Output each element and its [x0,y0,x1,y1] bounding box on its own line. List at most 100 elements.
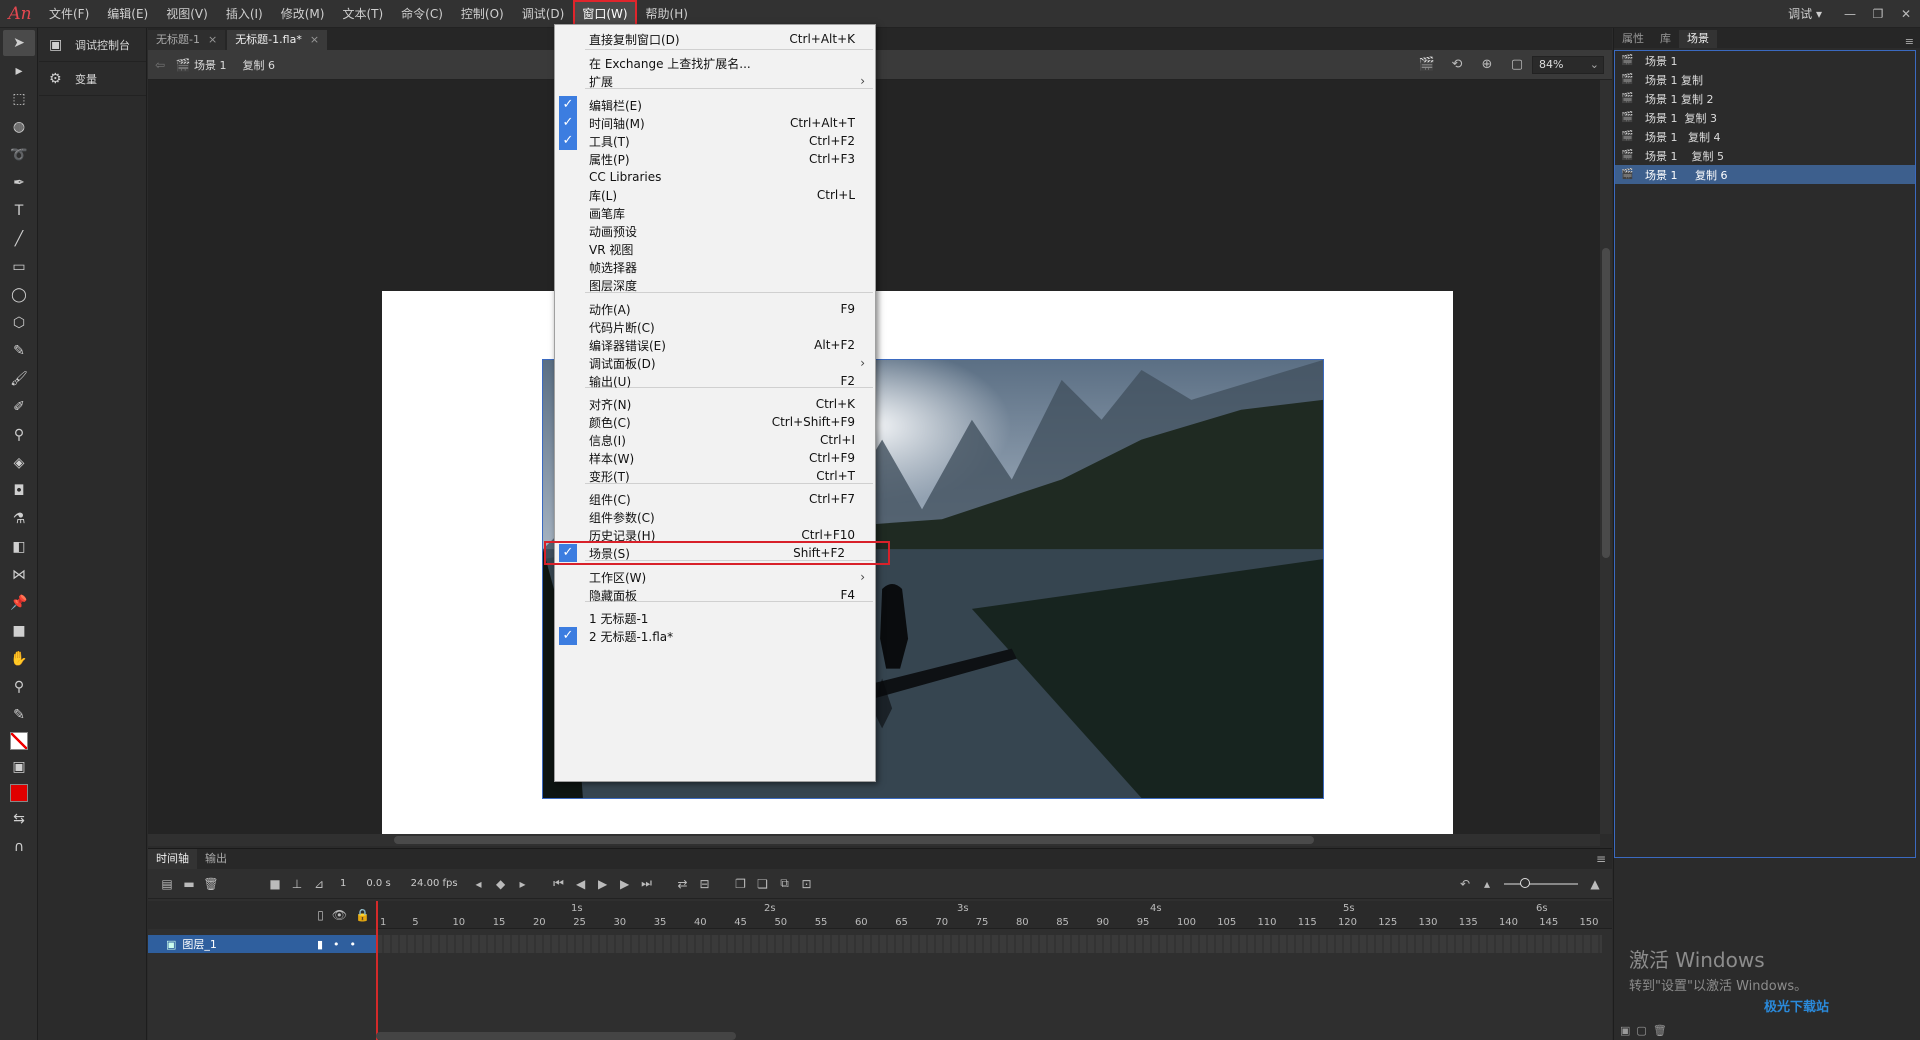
vertical-scrollbar[interactable] [1600,80,1612,834]
pen-tool-icon[interactable]: ✒ [3,170,35,196]
scene-row[interactable]: 🎬 场景 1 复制 4 [1615,127,1915,146]
layer-name[interactable]: 图层_1 [182,936,217,952]
step-back-icon[interactable]: ◀ [570,877,592,891]
restore-icon[interactable]: ❐ [1864,0,1892,28]
duplicate-scene-icon[interactable]: ▣ [1620,1024,1630,1037]
undo-icon[interactable]: ↶ [1454,877,1476,891]
lock-icon[interactable]: 🔒 [355,908,370,922]
delete-scene-icon[interactable]: 🗑 [1653,1024,1667,1037]
frame-ruler[interactable]: 1s 2s 3s 4s 5s 6s 1 5 10 15 20 25 30 35 40 45 50 55 60 65 70… [376,901,1612,929]
width-tool-icon[interactable]: ⋈ [3,562,35,588]
onion-skin-icon[interactable]: ❐ [730,877,752,891]
menu-modify[interactable]: 修改(M) [272,0,334,28]
paint-bucket-tool-icon[interactable]: ◈ [3,450,35,476]
brush-tool-icon[interactable]: ✐ [3,394,35,420]
fill-color-swatch[interactable] [10,784,28,802]
scene-row[interactable]: 🎬 场景 1 复制 5 [1615,146,1915,165]
menu-item-2[interactable]: 扩展 › [555,70,875,92]
oval-tool-icon[interactable]: ◯ [3,282,35,308]
previous-keyframe-icon[interactable]: ◂ [468,877,490,891]
zoom-select[interactable]: 84% ⌄ [1532,55,1604,74]
menu-item-31[interactable]: ✓ 2 无标题-1.fla* [555,625,875,647]
camera-icon[interactable]: ■ [264,877,286,891]
back-arrow-icon[interactable]: ⇦ [148,58,172,72]
edit-multiple-frames-icon[interactable]: ⧉ [774,876,796,891]
timeline-zoom-slider[interactable] [1504,877,1578,888]
center-frame-icon[interactable]: ⊟ [694,877,716,891]
timeline-scrollbar[interactable] [376,1032,736,1040]
scrollbar-thumb[interactable] [1602,248,1610,558]
frame-rate[interactable]: 24.00 fps [411,878,458,889]
paint-brush-tool-icon[interactable]: 🖌 [3,366,35,392]
ink-bottle-tool-icon[interactable]: ◘ [3,478,35,504]
add-keyframe-icon[interactable]: ◆ [490,877,512,891]
text-tool-icon[interactable]: T [3,198,35,224]
play-icon[interactable]: ▶ [592,877,614,891]
modify-markers-icon[interactable]: ⊡ [796,877,818,891]
horizontal-scrollbar[interactable] [148,834,1600,846]
panel-menu-icon[interactable]: ≡ [1905,35,1920,48]
layer-parenting-icon[interactable]: ⊥ [286,877,308,891]
swap-colors-icon[interactable]: ⇆ [3,806,35,832]
free-transform-tool-icon[interactable]: ⬚ [3,86,35,112]
center-stage-icon[interactable]: ⊕ [1472,57,1502,72]
eraser-tool-icon[interactable]: ◧ [3,534,35,560]
layer-row[interactable]: ▣ 图层_1 ▮•• [148,935,376,953]
new-layer-icon[interactable]: ▤ [156,877,178,891]
current-frame[interactable]: 1 [340,878,346,889]
tab-properties[interactable]: 属性 [1614,30,1652,48]
current-time[interactable]: 0.0 s [366,878,390,889]
doc-tab-2[interactable]: 无标题-1.fla* × [227,30,328,50]
close-icon[interactable]: × [310,33,319,46]
zoom-tool-icon[interactable]: ⚲ [3,674,35,700]
menu-item-23[interactable]: 变形(T) Ctrl+T [555,465,875,487]
layer-frames[interactable] [376,935,1602,953]
close-icon[interactable]: × [208,33,217,46]
close-icon[interactable]: ✕ [1892,0,1920,28]
scene-row[interactable]: 🎬 场景 1 复制 [1615,70,1915,89]
eye-icon[interactable]: 👁 [332,908,347,922]
hand-tool-icon[interactable]: ✋ [3,646,35,672]
subselection-tool-icon[interactable]: ▸ [3,58,35,84]
eyedropper-tool-icon[interactable]: ⚗ [3,506,35,532]
add-scene-icon[interactable]: ▢ [1636,1024,1646,1037]
line-tool-icon[interactable]: ╱ [3,226,35,252]
doc-tab-1[interactable]: 无标题-1 × [148,30,226,50]
menu-item-29[interactable]: 隐藏面板 F4 [555,584,875,606]
go-to-last-frame-icon[interactable]: ⏭ [636,876,658,891]
pin-tool-icon[interactable]: 📌 [3,590,35,616]
menu-text[interactable]: 文本(T) [333,0,392,28]
tab-library[interactable]: 库 [1652,30,1679,48]
menu-edit[interactable]: 编辑(E) [98,0,157,28]
playhead[interactable] [376,901,378,1040]
selection-tool-icon[interactable]: ➤ [3,30,35,56]
menu-item-18[interactable]: 输出(U) F2 [555,370,875,392]
3d-rotation-tool-icon[interactable]: ◍ [3,114,35,140]
menu-file[interactable]: 文件(F) [40,0,98,28]
bone-tool-icon[interactable]: ⚲ [3,422,35,448]
lasso-tool-icon[interactable]: ➰ [3,142,35,168]
delete-layer-icon[interactable]: 🗑 [200,877,222,891]
menu-commands[interactable]: 命令(C) [392,0,452,28]
pencil-tool-icon[interactable]: ✎ [3,338,35,364]
stroke-color-icon[interactable]: ✎ [3,702,35,728]
loop-icon[interactable]: ⇄ [672,877,694,891]
menu-control[interactable]: 控制(O) [452,0,513,28]
clapper-icon[interactable]: 🎬 [1412,57,1442,72]
variables-item[interactable]: ⚙ 变量 [39,62,146,96]
go-to-first-frame-icon[interactable]: ⏮ [548,876,570,891]
snap-magnet-icon[interactable]: ∩ [3,834,35,860]
menu-item-13[interactable]: 图层深度 [555,274,875,296]
menu-insert[interactable]: 插入(I) [217,0,272,28]
tab-scene[interactable]: 场景 [1679,30,1717,48]
onion-skin-outline-icon[interactable]: ❏ [752,877,774,891]
polystar-tool-icon[interactable]: ⬡ [3,310,35,336]
symbol-edit-icon[interactable]: ⟲ [1442,57,1472,72]
step-forward-icon[interactable]: ▶ [614,877,636,891]
new-folder-icon[interactable]: ▬ [178,877,200,891]
scale-large-icon[interactable]: ▲ [1584,877,1606,891]
layer-depth-icon[interactable]: ⊿ [308,877,330,891]
layer-toggles[interactable]: ▮•• [317,938,366,951]
debug-console-item[interactable]: ▣ 调试控制台 [39,28,146,62]
scene-row[interactable]: 🎬 场景 1 复制 2 [1615,89,1915,108]
